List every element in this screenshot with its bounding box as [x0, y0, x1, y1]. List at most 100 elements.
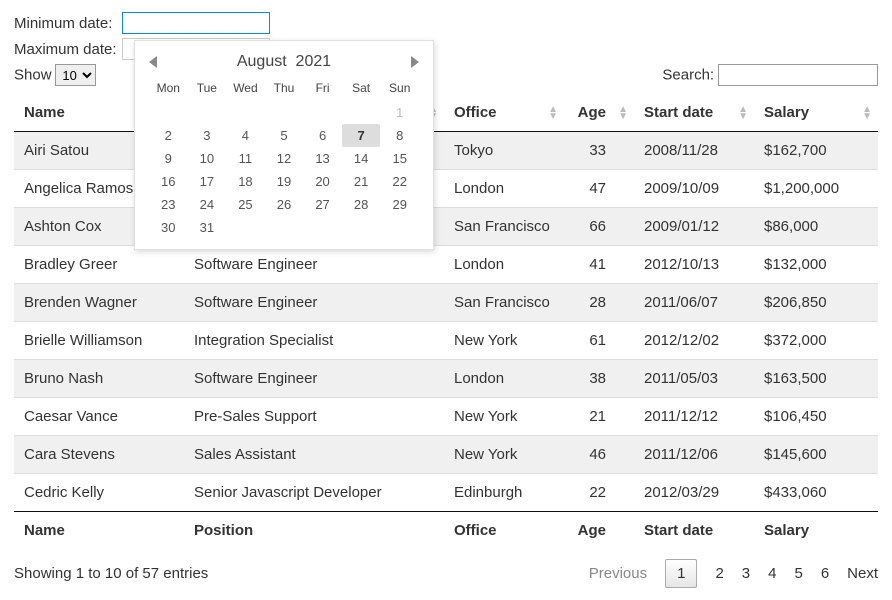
datepicker-day[interactable]: 23	[149, 193, 188, 216]
paginate-previous[interactable]: Previous	[589, 565, 647, 582]
datepicker-day[interactable]: 30	[149, 216, 188, 239]
cell-salary: $372,000	[754, 322, 878, 360]
datepicker-day[interactable]: 4	[226, 124, 265, 147]
cell-position: Software Engineer	[184, 284, 444, 322]
datepicker-day[interactable]: 22	[380, 170, 419, 193]
cell-age: 46	[564, 436, 634, 474]
cell-age: 28	[564, 284, 634, 322]
cell-name: Bruno Nash	[14, 360, 184, 398]
datepicker-day	[188, 101, 227, 124]
cell-age: 66	[564, 208, 634, 246]
datepicker-dow: Tue	[188, 77, 227, 101]
cell-office: Tokyo	[444, 132, 564, 170]
min-date-label: Minimum date:	[14, 15, 122, 32]
col-header-age[interactable]: Age▲▼	[564, 94, 634, 132]
paginate-page[interactable]: 5	[794, 565, 802, 582]
paginate-page[interactable]: 4	[768, 565, 776, 582]
cell-start-date: 2011/12/06	[634, 436, 754, 474]
paginate-next[interactable]: Next	[847, 565, 878, 582]
sort-icon: ▲▼	[548, 106, 558, 120]
min-date-input[interactable]	[122, 12, 270, 34]
cell-salary: $132,000	[754, 246, 878, 284]
datepicker-day[interactable]: 15	[380, 147, 419, 170]
datepicker-day[interactable]: 10	[188, 147, 227, 170]
cell-age: 33	[564, 132, 634, 170]
datepicker-day[interactable]: 6	[303, 124, 342, 147]
datepicker-day[interactable]: 29	[380, 193, 419, 216]
datepicker-day	[303, 101, 342, 124]
datepicker-day[interactable]: 8	[380, 124, 419, 147]
cell-office: New York	[444, 436, 564, 474]
search-label: Search:	[662, 67, 714, 84]
datepicker-dow: Sun	[380, 77, 419, 101]
cell-office: London	[444, 360, 564, 398]
cell-salary: $106,450	[754, 398, 878, 436]
table-row: Cedric KellySenior Javascript DeveloperE…	[14, 474, 878, 512]
search-input[interactable]	[718, 64, 878, 86]
cell-salary: $206,850	[754, 284, 878, 322]
datepicker-day[interactable]: 26	[265, 193, 304, 216]
table-row: Bruno NashSoftware EngineerLondon382011/…	[14, 360, 878, 398]
paginate-page[interactable]: 6	[821, 565, 829, 582]
col-footer-name: Name	[14, 512, 184, 550]
col-header-office[interactable]: Office▲▼	[444, 94, 564, 132]
datepicker-day[interactable]: 28	[342, 193, 381, 216]
datepicker-day[interactable]: 17	[188, 170, 227, 193]
cell-salary: $86,000	[754, 208, 878, 246]
datepicker-day[interactable]: 7	[342, 124, 381, 147]
table-row: Brielle WilliamsonIntegration Specialist…	[14, 322, 878, 360]
paginate-page[interactable]: 2	[715, 565, 723, 582]
datepicker-day[interactable]: 19	[265, 170, 304, 193]
datepicker-day[interactable]: 9	[149, 147, 188, 170]
datepicker-day[interactable]: 25	[226, 193, 265, 216]
cell-salary: $162,700	[754, 132, 878, 170]
paginate-page[interactable]: 3	[742, 565, 750, 582]
max-date-label: Maximum date:	[14, 41, 122, 58]
cell-start-date: 2011/12/12	[634, 398, 754, 436]
cell-position: Integration Specialist	[184, 322, 444, 360]
datepicker-day[interactable]: 1	[380, 101, 419, 124]
cell-salary: $1,200,000	[754, 170, 878, 208]
col-footer-position: Position	[184, 512, 444, 550]
cell-name: Bradley Greer	[14, 246, 184, 284]
cell-position: Software Engineer	[184, 360, 444, 398]
col-footer-age: Age	[564, 512, 634, 550]
table-row: Cara StevensSales AssistantNew York46201…	[14, 436, 878, 474]
cell-position: Sales Assistant	[184, 436, 444, 474]
datepicker-day[interactable]: 18	[226, 170, 265, 193]
datepicker-day[interactable]: 20	[303, 170, 342, 193]
length-select[interactable]: 10	[55, 64, 96, 86]
datepicker-day[interactable]: 16	[149, 170, 188, 193]
col-footer-salary: Salary	[754, 512, 878, 550]
datepicker-day[interactable]: 5	[265, 124, 304, 147]
cell-salary: $433,060	[754, 474, 878, 512]
datepicker-dow: Fri	[303, 77, 342, 101]
col-header-salary[interactable]: Salary▲▼	[754, 94, 878, 132]
datepicker-day[interactable]: 21	[342, 170, 381, 193]
datepicker-day[interactable]: 12	[265, 147, 304, 170]
datepicker-day[interactable]: 31	[188, 216, 227, 239]
table-row: Brenden WagnerSoftware EngineerSan Franc…	[14, 284, 878, 322]
datepicker-day[interactable]: 24	[188, 193, 227, 216]
cell-position: Software Engineer	[184, 246, 444, 284]
datepicker-next-icon[interactable]	[411, 56, 419, 68]
datepicker-prev-icon[interactable]	[149, 56, 157, 68]
datepicker-day[interactable]: 11	[226, 147, 265, 170]
datepicker-day	[149, 101, 188, 124]
datepicker-day[interactable]: 3	[188, 124, 227, 147]
cell-age: 41	[564, 246, 634, 284]
datepicker-day[interactable]: 27	[303, 193, 342, 216]
col-header-start-date[interactable]: Start date▲▼	[634, 94, 754, 132]
col-footer-office: Office	[444, 512, 564, 550]
length-label: Show	[14, 67, 52, 84]
datepicker-day[interactable]: 14	[342, 147, 381, 170]
cell-name: Brielle Williamson	[14, 322, 184, 360]
datepicker-dow: Mon	[149, 77, 188, 101]
datepicker-title: August 2021	[237, 53, 331, 71]
paginate-page[interactable]: 1	[665, 559, 697, 588]
datepicker-day	[342, 101, 381, 124]
cell-start-date: 2008/11/28	[634, 132, 754, 170]
datepicker-day[interactable]: 13	[303, 147, 342, 170]
datepicker-day[interactable]: 2	[149, 124, 188, 147]
cell-name: Caesar Vance	[14, 398, 184, 436]
